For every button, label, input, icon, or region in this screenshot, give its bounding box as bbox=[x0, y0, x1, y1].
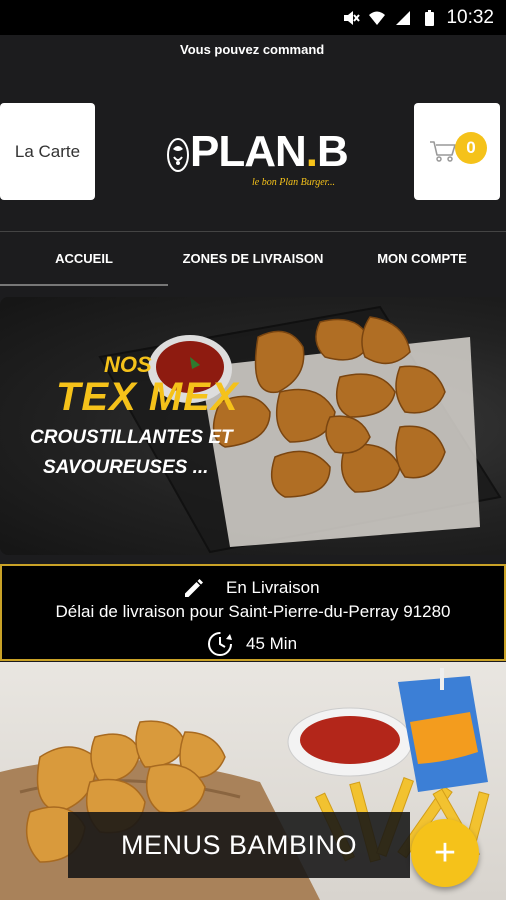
delivery-mode-row: En Livraison bbox=[2, 574, 504, 598]
clock-icon bbox=[208, 632, 232, 656]
app-header: La Carte PLAN.B le bon Plan Burger... 0 bbox=[0, 65, 506, 231]
banner-line1: CROUSTILLANTES ET bbox=[30, 427, 233, 448]
marquee-text: Vous pouvez command bbox=[180, 42, 325, 57]
signal-icon bbox=[396, 11, 411, 25]
menus-bambino-label: MENUS BAMBINO bbox=[68, 812, 410, 878]
texmex-illustration bbox=[98, 305, 502, 554]
logo-mark-icon bbox=[167, 138, 189, 172]
active-tab-indicator bbox=[0, 284, 168, 286]
mute-icon bbox=[344, 11, 361, 25]
logo-name: PLAN.B bbox=[190, 127, 349, 177]
banner-line2: SAVOUREUSES ... bbox=[43, 457, 209, 478]
cart-button[interactable]: 0 bbox=[414, 103, 500, 200]
delivery-mode-label: En Livraison bbox=[226, 578, 320, 597]
tab-accueil-label: ACCUEIL bbox=[55, 251, 113, 266]
la-carte-button[interactable]: La Carte bbox=[0, 103, 95, 200]
logo-tagline: le bon Plan Burger... bbox=[252, 177, 335, 188]
tab-zones-label: ZONES DE LIVRAISON bbox=[182, 251, 324, 266]
planb-logo[interactable]: PLAN.B le bon Plan Burger... bbox=[166, 127, 349, 199]
delivery-duration: 45 Min bbox=[246, 634, 298, 653]
delivery-info-box[interactable]: En Livraison Délai de livraison pour Sai… bbox=[0, 564, 506, 661]
battery-icon bbox=[425, 10, 435, 26]
logo-name-end: B bbox=[317, 127, 349, 176]
delivery-duration-row: 45 Min bbox=[2, 628, 504, 656]
status-bar: 10:32 bbox=[0, 0, 506, 35]
clock-time: 10:32 bbox=[446, 7, 494, 28]
la-carte-label: La Carte bbox=[14, 141, 81, 161]
pencil-icon bbox=[185, 579, 203, 597]
tab-mon-compte-label: MON COMPTE bbox=[377, 251, 467, 266]
tab-zones-de-livraison[interactable]: ZONES DE LIVRAISON bbox=[168, 232, 338, 285]
menus-bambino-banner[interactable]: MENUS BAMBINO + bbox=[0, 662, 506, 900]
tab-mon-compte[interactable]: MON COMPTE bbox=[338, 232, 506, 285]
cart-count-badge: 0 bbox=[455, 132, 487, 164]
wifi-icon bbox=[369, 11, 386, 25]
add-fab-button[interactable]: + bbox=[411, 819, 479, 887]
banner-title: TEX MEX bbox=[56, 375, 239, 419]
logo-name-dot: . bbox=[305, 127, 318, 176]
main-nav: ACCUEIL ZONES DE LIVRAISON MON COMPTE bbox=[0, 231, 506, 286]
texmex-banner[interactable]: NOS TEX MEX CROUSTILLANTES ET SAVOUREUSE… bbox=[0, 297, 506, 555]
cart-icon bbox=[430, 141, 456, 162]
status-icons: 10:32 bbox=[342, 7, 494, 29]
info-marquee: Vous pouvez command bbox=[0, 35, 506, 65]
delivery-delay-text: Délai de livraison pour Saint-Pierre-du-… bbox=[55, 602, 451, 621]
logo-name-main: PLAN bbox=[190, 127, 307, 176]
tab-accueil[interactable]: ACCUEIL bbox=[0, 232, 168, 285]
